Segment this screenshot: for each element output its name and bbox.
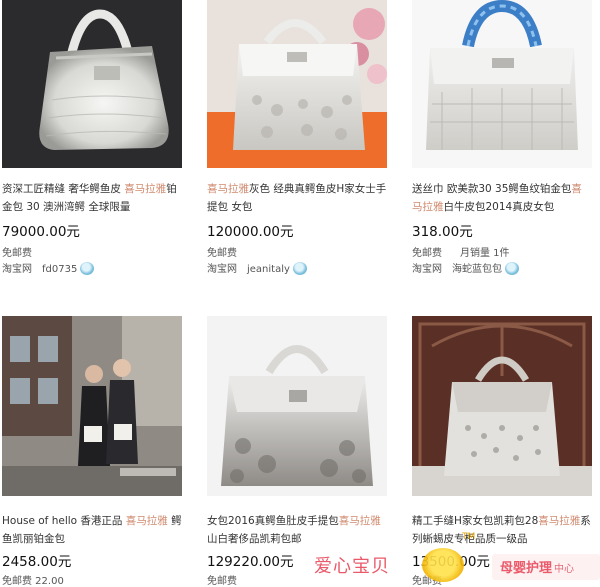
monthly-sales: 月销量 1件 bbox=[460, 248, 510, 259]
listing-price: 79000.00元 bbox=[2, 224, 80, 240]
listing-price: 129220.00元 bbox=[207, 554, 294, 570]
shipping-info: 免邮费 bbox=[207, 576, 237, 587]
seller-name[interactable]: jeanitaly bbox=[247, 264, 290, 275]
shop-info[interactable]: 淘宝网 海蛇蓝包包 bbox=[412, 260, 519, 275]
product-image[interactable] bbox=[207, 0, 387, 168]
listing-title[interactable]: 女包2016真鳄鱼肚皮手提包喜马拉雅山白奢侈品凯莉包邮 bbox=[207, 512, 387, 548]
shop-info[interactable]: 淘宝网 jeanitaly bbox=[207, 260, 307, 275]
platform-label: 淘宝网 bbox=[207, 264, 237, 275]
product-image[interactable] bbox=[412, 316, 592, 496]
product-image[interactable] bbox=[2, 316, 182, 496]
listing-price: 120000.00元 bbox=[207, 224, 294, 240]
shipping-info: 免邮费 bbox=[207, 248, 237, 259]
product-image[interactable] bbox=[207, 316, 387, 496]
wangwang-chat-icon[interactable] bbox=[80, 262, 95, 275]
platform-label: 淘宝网 bbox=[2, 264, 32, 275]
wangwang-chat-icon[interactable] bbox=[505, 262, 519, 275]
shipping-info: 免邮费 22.00 bbox=[2, 576, 64, 587]
watermark-text: 爱心宝贝 bbox=[314, 556, 390, 577]
listing-title[interactable]: 精工手缝H家女包凯莉包28喜马拉雅系列蜥蜴皮专柜品质一级品 bbox=[412, 512, 592, 548]
listing-title[interactable]: 资深工匠精缝 奢华鳄鱼皮 喜马拉雅铂金包 30 澳洲湾鳄 全球限量 bbox=[2, 180, 182, 216]
listing-title[interactable]: 送丝巾 欧美款30 35鳄鱼纹铂金包喜马拉雅白牛皮包2014真皮女包 bbox=[412, 180, 592, 216]
watermark-tm: TM bbox=[462, 532, 476, 542]
shop-info[interactable]: 淘宝网 fd0735 bbox=[2, 260, 95, 275]
shipping-info: 免邮费 bbox=[2, 248, 32, 259]
listing-title[interactable]: House of hello 香港正品 喜马拉雅 鳄鱼凯丽铂金包 bbox=[2, 512, 182, 548]
platform-label: 淘宝网 bbox=[412, 264, 442, 275]
product-image[interactable] bbox=[412, 0, 592, 168]
listing-title[interactable]: 喜马拉雅灰色 经典真鳄鱼皮H家女士手提包 女包 bbox=[207, 180, 387, 216]
seller-name[interactable]: fd0735 bbox=[42, 264, 77, 275]
watermark-logo-icon bbox=[422, 548, 464, 582]
listing-price: 318.00元 bbox=[412, 224, 473, 240]
wangwang-chat-icon[interactable] bbox=[292, 262, 307, 275]
shipping-info: 免邮费 月销量 1件 bbox=[412, 248, 510, 259]
product-image[interactable] bbox=[2, 0, 182, 168]
seller-name[interactable]: 海蛇蓝包包 bbox=[452, 264, 502, 275]
watermark-tag: 母婴护理 中心 bbox=[492, 554, 600, 580]
listing-price: 2458.00元 bbox=[2, 554, 72, 570]
